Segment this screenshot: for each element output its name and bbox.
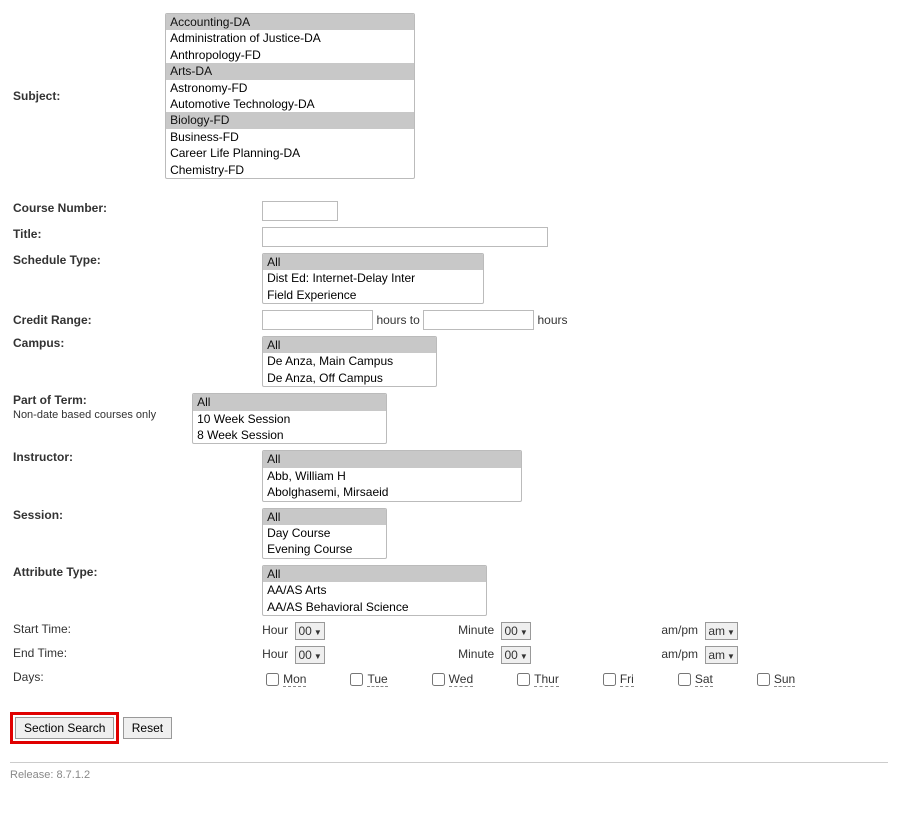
day-label: Fri <box>620 672 634 687</box>
credit-hours-to-text: hours to <box>376 313 419 327</box>
end-hour-select[interactable]: 00▼ <box>295 646 324 664</box>
chevron-down-icon: ▼ <box>312 652 322 661</box>
chevron-down-icon: ▼ <box>312 628 322 637</box>
course-number-label: Course Number: <box>10 198 162 224</box>
campus-label: Campus: <box>10 333 162 390</box>
day-cell: Thur <box>513 670 559 689</box>
select-option[interactable]: Chemistry-FD <box>166 162 414 178</box>
day-cell: Sat <box>674 670 713 689</box>
day-label: Mon <box>283 672 306 687</box>
schedule-type-label: Schedule Type: <box>10 250 162 307</box>
select-option[interactable]: All <box>263 337 436 353</box>
chevron-down-icon: ▼ <box>725 652 735 661</box>
select-option[interactable]: 8 Week Session <box>193 427 386 443</box>
start-hour-select[interactable]: 00▼ <box>295 622 324 640</box>
start-minute-select[interactable]: 00▼ <box>501 622 530 640</box>
day-checkbox-sun[interactable] <box>757 673 770 686</box>
select-option[interactable]: All <box>263 451 521 467</box>
day-label: Wed <box>449 672 473 687</box>
select-option[interactable]: Dist Ed: Internet-Delay Inter <box>263 270 483 286</box>
chevron-down-icon: ▼ <box>518 628 528 637</box>
day-checkbox-thur[interactable] <box>517 673 530 686</box>
release-text: Release: 8.7.1.2 <box>10 769 888 781</box>
day-cell: Wed <box>428 670 473 689</box>
days-label: Days: <box>10 667 162 692</box>
select-option[interactable]: All <box>263 566 486 582</box>
day-cell: Tue <box>346 670 387 689</box>
credit-range-label: Credit Range: <box>10 307 162 333</box>
select-option[interactable]: Biology-FD <box>166 112 414 128</box>
select-option[interactable]: Field Experience <box>263 287 483 303</box>
select-option[interactable]: 10 Week Session <box>193 411 386 427</box>
part-of-term-select[interactable]: All10 Week Session8 Week Session <box>192 393 387 444</box>
select-option[interactable]: Automotive Technology-DA <box>166 96 414 112</box>
day-cell: Mon <box>262 670 306 689</box>
day-cell: Fri <box>599 670 634 689</box>
day-label: Tue <box>367 672 387 687</box>
credit-to-input[interactable] <box>423 310 534 330</box>
select-option[interactable]: All <box>263 254 483 270</box>
day-checkbox-mon[interactable] <box>266 673 279 686</box>
select-option[interactable]: Accounting-DA <box>166 14 414 30</box>
day-checkbox-sat[interactable] <box>678 673 691 686</box>
day-label: Sat <box>695 672 713 687</box>
session-label: Session: <box>10 505 162 562</box>
select-option[interactable]: Career Life Planning-DA <box>166 145 414 161</box>
title-label: Title: <box>10 224 162 250</box>
end-ampm-label: am/pm <box>661 647 702 661</box>
start-hour-label: Hour <box>262 623 292 637</box>
day-checkbox-fri[interactable] <box>603 673 616 686</box>
start-time-label: Start Time: <box>10 619 162 643</box>
select-option[interactable]: Day Course <box>263 525 386 541</box>
credit-hours-text: hours <box>537 313 567 327</box>
chevron-down-icon: ▼ <box>518 652 528 661</box>
reset-button[interactable]: Reset <box>123 717 172 739</box>
end-minute-select[interactable]: 00▼ <box>501 646 530 664</box>
select-option[interactable]: Anthropology-FD <box>166 47 414 63</box>
select-option[interactable]: AA/AS Behavioral Science <box>263 599 486 615</box>
select-option[interactable]: Abolghasemi, Mirsaeid <box>263 484 521 500</box>
start-minute-label: Minute <box>458 623 498 637</box>
attribute-type-select[interactable]: AllAA/AS ArtsAA/AS Behavioral Science <box>262 565 487 616</box>
select-option[interactable]: All <box>263 509 386 525</box>
day-label: Sun <box>774 672 795 687</box>
attribute-type-label: Attribute Type: <box>10 562 162 619</box>
day-checkbox-wed[interactable] <box>432 673 445 686</box>
part-of-term-label: Part of Term: Non-date based courses onl… <box>10 390 162 447</box>
select-option[interactable]: Astronomy-FD <box>166 80 414 96</box>
end-minute-label: Minute <box>458 647 498 661</box>
instructor-select[interactable]: AllAbb, William HAbolghasemi, Mirsaeid <box>262 450 522 501</box>
select-option[interactable]: Arts-DA <box>166 63 414 79</box>
course-number-input[interactable] <box>262 201 338 221</box>
start-ampm-label: am/pm <box>661 623 702 637</box>
schedule-type-select[interactable]: AllDist Ed: Internet-Delay InterField Ex… <box>262 253 484 304</box>
day-cell: Sun <box>753 670 795 689</box>
subject-select[interactable]: Accounting-DAAdministration of Justice-D… <box>165 13 415 179</box>
day-label: Thur <box>534 672 559 687</box>
end-hour-label: Hour <box>262 647 292 661</box>
select-option[interactable]: All <box>193 394 386 410</box>
select-option[interactable]: AA/AS Arts <box>263 582 486 598</box>
section-search-highlight: Section Search <box>10 712 119 744</box>
chevron-down-icon: ▼ <box>725 628 735 637</box>
end-ampm-select[interactable]: am▼ <box>705 646 738 664</box>
subject-label: Subject: <box>10 10 162 182</box>
end-time-label: End Time: <box>10 643 162 667</box>
select-option[interactable]: Evening Course <box>263 541 386 557</box>
select-option[interactable]: Abb, William H <box>263 468 521 484</box>
credit-from-input[interactable] <box>262 310 373 330</box>
instructor-label: Instructor: <box>10 447 162 504</box>
select-option[interactable]: De Anza, Main Campus <box>263 353 436 369</box>
section-search-button[interactable]: Section Search <box>15 717 114 739</box>
select-option[interactable]: Business-FD <box>166 129 414 145</box>
session-select[interactable]: AllDay CourseEvening Course <box>262 508 387 559</box>
start-ampm-select[interactable]: am▼ <box>705 622 738 640</box>
part-of-term-sublabel: Non-date based courses only <box>13 409 156 421</box>
title-input[interactable] <box>262 227 548 247</box>
campus-select[interactable]: AllDe Anza, Main CampusDe Anza, Off Camp… <box>262 336 437 387</box>
day-checkbox-tue[interactable] <box>350 673 363 686</box>
select-option[interactable]: Administration of Justice-DA <box>166 30 414 46</box>
select-option[interactable]: De Anza, Off Campus <box>263 370 436 386</box>
